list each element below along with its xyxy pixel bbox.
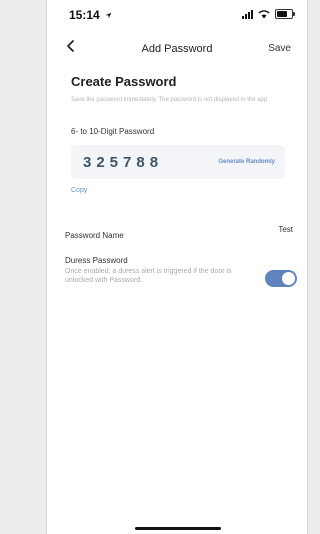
nav-bar: Add Password Save: [47, 34, 307, 62]
location-arrow-icon: [105, 13, 112, 19]
password-length-label: 6- to 10-Digit Password: [71, 127, 155, 136]
status-icons: [242, 9, 295, 19]
create-password-heading: Create Password: [71, 74, 177, 89]
home-indicator: [135, 527, 221, 530]
duress-toggle[interactable]: [265, 270, 297, 287]
save-button[interactable]: Save: [268, 43, 291, 54]
status-bar: 15:14: [47, 0, 307, 32]
wifi-icon: [258, 9, 270, 18]
password-name-row[interactable]: Password Name Test: [65, 225, 293, 243]
password-name-value: Test: [278, 225, 293, 234]
duress-description: Once enabled, a duress alert is triggere…: [65, 268, 232, 284]
status-time-text: 15:14: [69, 8, 100, 22]
signal-icon: [242, 9, 253, 19]
generate-randomly-button[interactable]: Generate Randomly: [218, 159, 275, 165]
battery-icon: [275, 9, 295, 19]
toggle-knob: [282, 272, 295, 285]
phone-screen: 15:14 Add Password Save Create Password …: [46, 0, 308, 534]
password-box: 325788 Generate Randomly: [71, 145, 285, 179]
duress-title: Duress Password: [65, 256, 128, 265]
status-time: 15:14: [69, 8, 112, 22]
duress-password-row: Duress Password Once enabled, a duress a…: [65, 256, 297, 287]
copy-button[interactable]: Copy: [71, 187, 87, 194]
password-name-label: Password Name: [65, 231, 124, 240]
password-value: 325788: [83, 154, 164, 171]
save-note: Save the password immediately. The passw…: [71, 97, 269, 103]
